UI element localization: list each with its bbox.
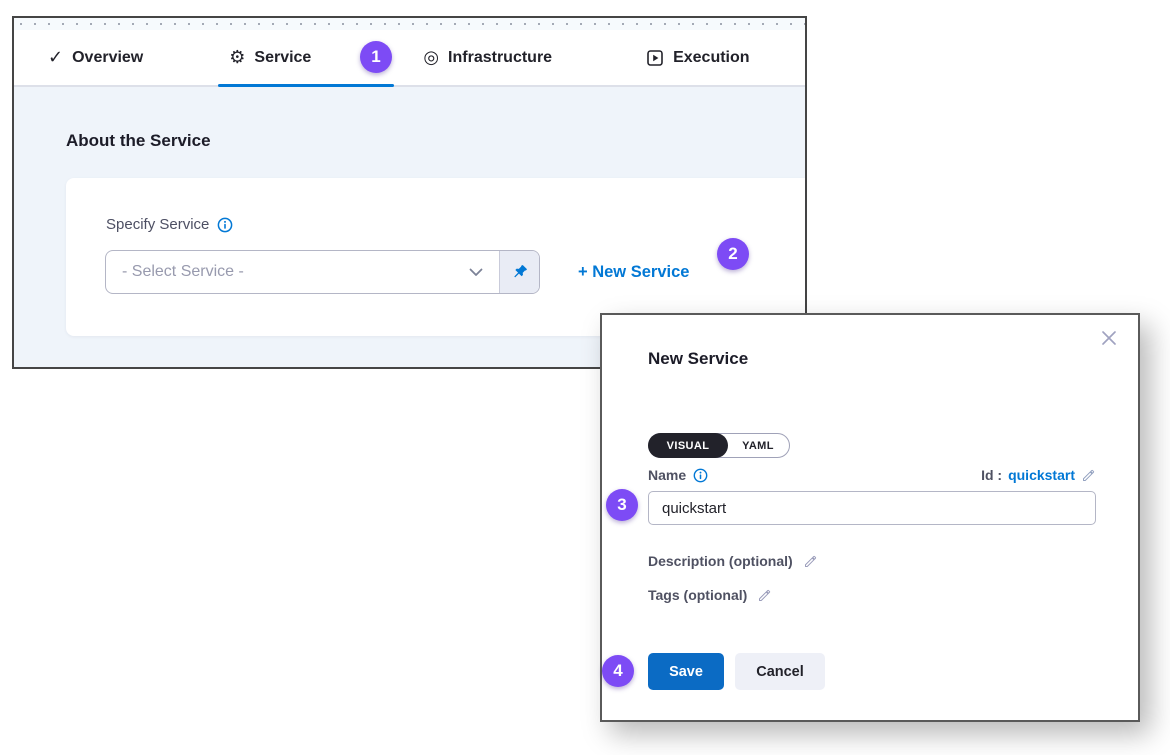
new-service-modal: New Service VISUAL YAML Name Id : quicks… (600, 313, 1140, 722)
edit-icon[interactable] (1081, 468, 1096, 483)
step-badge-3: 3 (606, 489, 638, 521)
info-icon[interactable] (217, 217, 233, 233)
step-badge-4: 4 (602, 655, 634, 687)
description-row: Description (optional) (648, 553, 818, 569)
service-select[interactable]: - Select Service - (106, 251, 499, 293)
play-square-icon (646, 49, 664, 67)
cropped-edge-dotted-strip (14, 18, 805, 30)
tab-infrastructure-label: Infrastructure (448, 49, 552, 67)
tab-execution-label: Execution (673, 49, 749, 67)
page-canvas: ✓ Overview ⚙ Service ◎ Infrastructure Ex… (0, 0, 1170, 755)
modal-actions: Save Cancel (648, 653, 825, 690)
chevron-down-icon (469, 268, 483, 277)
name-label: Name (648, 467, 708, 483)
stage-tabbar: ✓ Overview ⚙ Service ◎ Infrastructure Ex… (14, 30, 805, 87)
tags-row: Tags (optional) (648, 587, 772, 603)
step-badge-1: 1 (360, 41, 392, 73)
save-button[interactable]: Save (648, 653, 724, 690)
tab-overview[interactable]: ✓ Overview (48, 49, 143, 67)
service-id-line: Id : quickstart (981, 467, 1096, 483)
tab-infrastructure[interactable]: ◎ Infrastructure (423, 49, 552, 67)
check-icon: ✓ (48, 49, 63, 67)
id-value-link[interactable]: quickstart (1008, 467, 1075, 483)
tab-overview-label: Overview (72, 49, 143, 67)
modal-title: New Service (648, 349, 748, 369)
service-select-group: - Select Service - (105, 250, 540, 294)
specify-service-label: Specify Service (106, 216, 233, 233)
id-prefix: Id : (981, 467, 1002, 483)
pin-button[interactable] (499, 251, 539, 293)
tab-service-label: Service (254, 49, 311, 67)
toggle-yaml[interactable]: YAML (727, 434, 789, 457)
tab-service[interactable]: ⚙ Service (229, 49, 311, 67)
step-badge-2: 2 (717, 238, 749, 270)
gear-icon: ⚙ (229, 49, 245, 67)
info-icon[interactable] (693, 468, 708, 483)
name-input[interactable] (648, 491, 1096, 525)
pin-icon (511, 263, 529, 281)
name-row: Name Id : quickstart (648, 467, 1096, 483)
description-label: Description (optional) (648, 553, 793, 569)
edit-icon[interactable] (803, 554, 818, 569)
bullseye-icon: ◎ (423, 49, 439, 67)
select-service-row: - Select Service - (105, 250, 689, 294)
tags-label: Tags (optional) (648, 587, 747, 603)
section-heading: About the Service (66, 131, 211, 151)
new-service-button[interactable]: + New Service (578, 263, 689, 282)
toggle-visual[interactable]: VISUAL (648, 433, 728, 458)
close-icon[interactable] (1098, 327, 1120, 349)
cancel-button[interactable]: Cancel (735, 653, 825, 690)
service-select-placeholder: - Select Service - (122, 263, 244, 281)
visual-yaml-toggle: VISUAL YAML (648, 433, 790, 458)
tab-execution[interactable]: Execution (646, 49, 749, 67)
edit-icon[interactable] (757, 588, 772, 603)
